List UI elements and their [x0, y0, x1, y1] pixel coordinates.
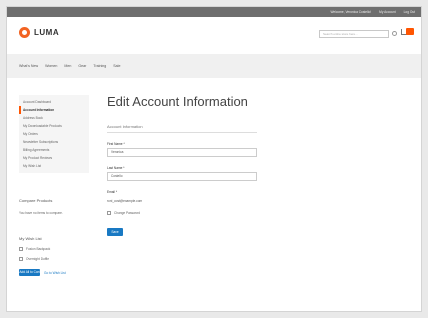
wishlist-item-checkbox[interactable] — [19, 257, 23, 261]
email-value: roni_cost@example.com — [107, 199, 143, 203]
nav-item-whats-new[interactable]: What's New — [19, 64, 38, 68]
my-account-link[interactable]: My Account — [379, 9, 395, 15]
wishlist-item-label[interactable]: Fusion Backpack — [26, 247, 50, 251]
sidebar-item-downloadable-products[interactable]: My Downloadable Products — [19, 122, 89, 130]
header-links: Welcome, Veronica Costello! My Account L… — [330, 9, 415, 15]
change-password-option: Change Password — [107, 211, 287, 215]
wishlist-title: My Wish List — [19, 236, 42, 241]
email-label: Email * — [107, 190, 118, 194]
wishlist-actions: Add All to Cart Go to Wish List — [19, 269, 89, 276]
go-to-wish-list-link[interactable]: Go to Wish List — [44, 271, 66, 275]
search-icon[interactable] — [392, 31, 397, 36]
sidebar-item-my-orders[interactable]: My Orders — [19, 130, 89, 138]
nav-item-men[interactable]: Men — [64, 64, 71, 68]
cart-count-badge — [406, 28, 414, 35]
top-bar: Welcome, Veronica Costello! My Account L… — [7, 7, 421, 17]
page-title: Edit Account Information — [107, 94, 248, 109]
sidebar-item-product-reviews[interactable]: My Product Reviews — [19, 154, 89, 162]
browser-page: Welcome, Veronica Costello! My Account L… — [6, 6, 422, 312]
sidebar-item-wish-list[interactable]: My Wish List — [19, 162, 89, 170]
search-input[interactable]: Search entire store here... — [319, 30, 389, 38]
welcome-message: Welcome, Veronica Costello! — [330, 10, 372, 14]
wishlist-item: Fusion Backpack — [19, 247, 89, 251]
wishlist-item-label[interactable]: Overnight Duffle — [26, 257, 49, 261]
change-password-label[interactable]: Change Password — [114, 211, 140, 215]
account-sidebar: Account Dashboard Account Information Ad… — [19, 95, 89, 276]
compare-products-title: Compare Products — [19, 198, 53, 203]
sidebar-item-account-information: Account Information — [19, 106, 89, 114]
save-button[interactable]: Save — [107, 228, 123, 236]
add-all-to-cart-button[interactable]: Add All to Cart — [19, 269, 40, 276]
account-info-section-title: Account Information — [107, 124, 257, 133]
log-out-link[interactable]: Log Out — [404, 9, 415, 15]
first-name-label: First Name * — [107, 142, 125, 146]
last-name-label: Last Name * — [107, 166, 125, 170]
account-navigation: Account Dashboard Account Information Ad… — [19, 95, 89, 173]
sidebar-item-address-book[interactable]: Address Book — [19, 114, 89, 122]
main-navigation: What's New Women Men Gear Training Sale — [7, 54, 421, 78]
sidebar-item-account-dashboard[interactable]: Account Dashboard — [19, 98, 89, 106]
nav-item-gear[interactable]: Gear — [78, 64, 86, 68]
nav-item-training[interactable]: Training — [93, 64, 106, 68]
main-content: Edit Account Information Account Informa… — [107, 95, 287, 236]
last-name-field[interactable]: Costello — [107, 172, 257, 181]
logo[interactable]: LUMA — [19, 27, 59, 38]
compare-empty-text: You have no items to compare. — [19, 211, 63, 215]
site-header: LUMA Search entire store here... — [7, 17, 421, 49]
nav-item-sale[interactable]: Sale — [113, 64, 120, 68]
change-password-checkbox[interactable] — [107, 211, 111, 215]
wishlist-item-checkbox[interactable] — [19, 247, 23, 251]
sidebar-item-billing-agreements[interactable]: Billing Agreements — [19, 146, 89, 154]
sidebar-item-newsletter[interactable]: Newsletter Subscriptions — [19, 138, 89, 146]
luma-logo-icon — [19, 27, 30, 38]
first-name-field[interactable]: Veronica — [107, 148, 257, 157]
wishlist-item: Overnight Duffle — [19, 257, 89, 261]
nav-item-women[interactable]: Women — [45, 64, 57, 68]
logo-text: LUMA — [34, 28, 60, 37]
